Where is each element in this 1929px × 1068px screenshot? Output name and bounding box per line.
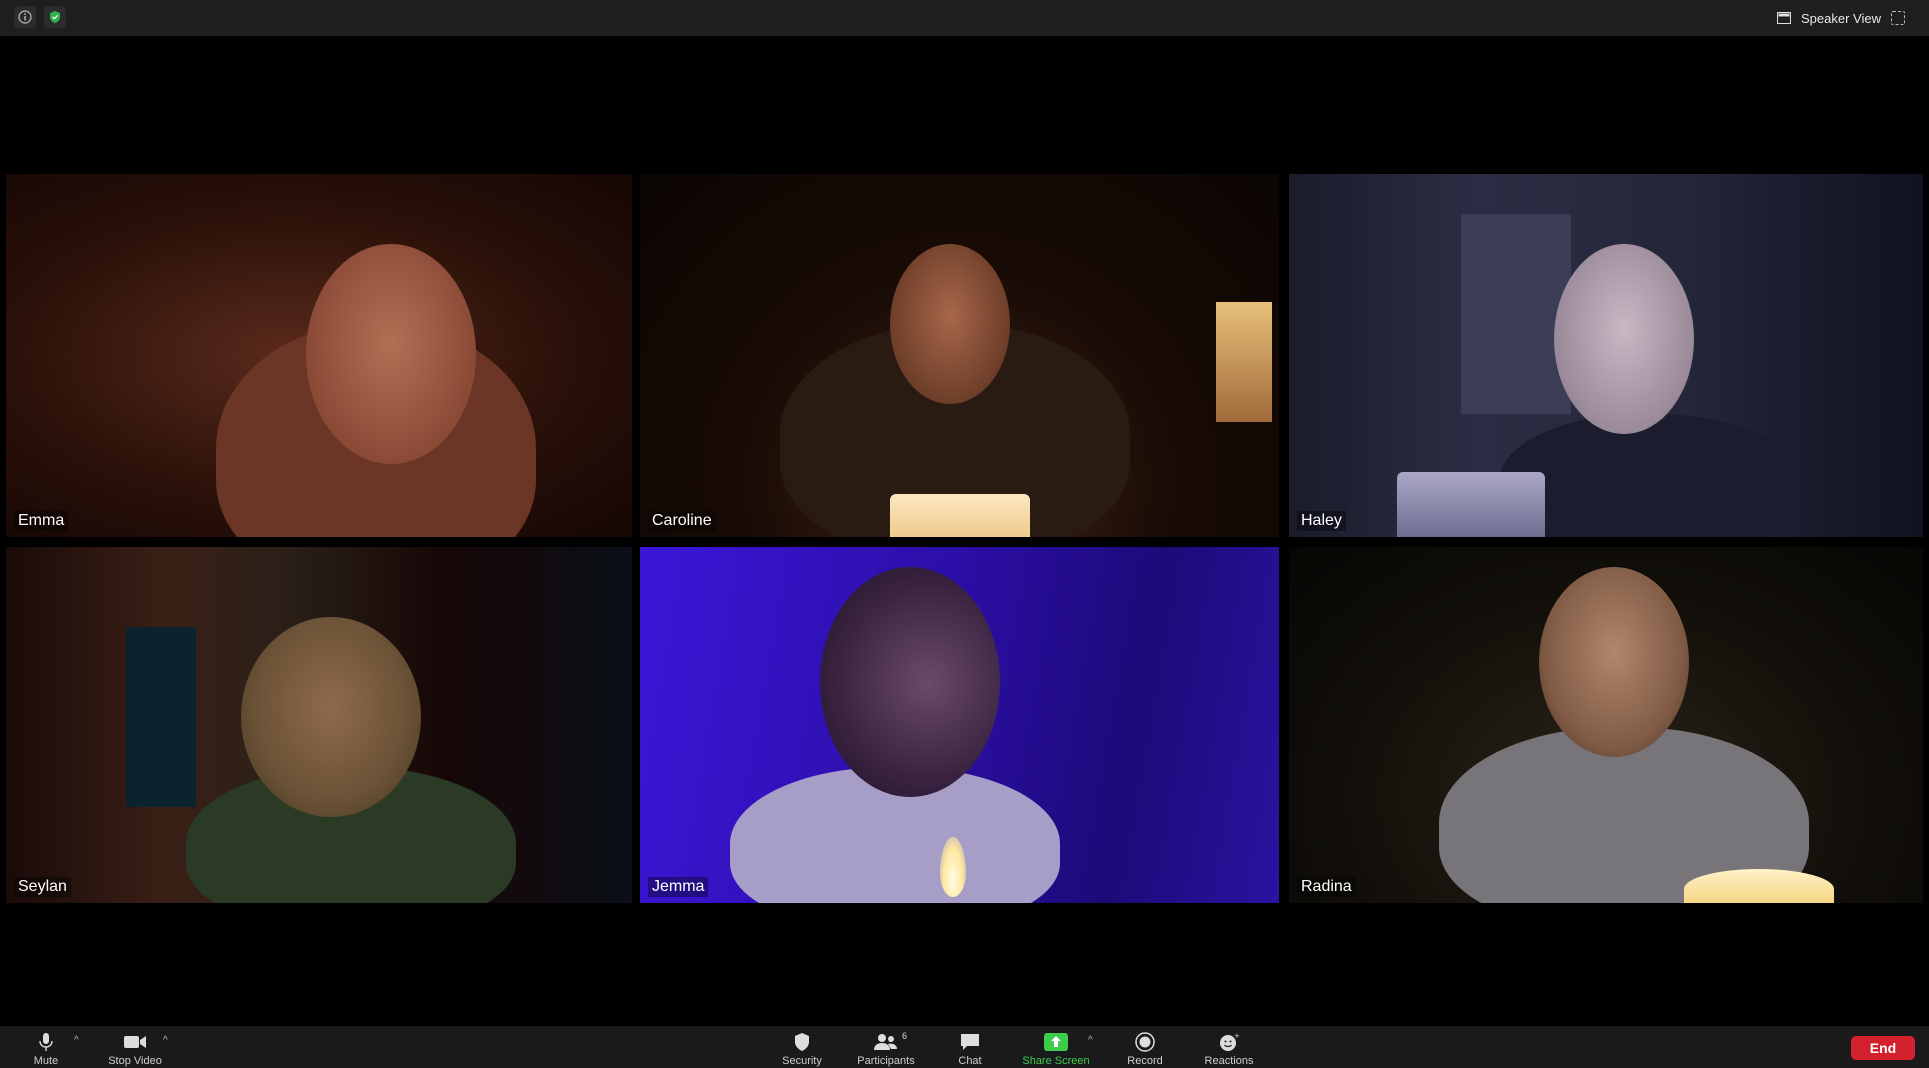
svg-text:+: + (1234, 1032, 1240, 1040)
meeting-top-bar: Speaker View (0, 0, 1929, 36)
participant-name-label: Caroline (648, 511, 716, 531)
dark-doorway (126, 627, 196, 807)
share-screen-label: Share Screen (1022, 1055, 1090, 1067)
participant-face-emma (306, 244, 476, 464)
candle (1397, 472, 1545, 537)
video-tile-haley[interactable]: Haley (1289, 174, 1923, 537)
candle (890, 494, 1030, 537)
video-options-chevron-up-icon[interactable]: ^ (163, 1035, 168, 1046)
video-camera-icon (122, 1032, 148, 1052)
participant-name-label: Jemma (648, 877, 709, 897)
security-label: Security (782, 1055, 822, 1067)
participant-name-label: Seylan (14, 877, 71, 897)
video-tile-caroline[interactable]: Caroline (640, 174, 1279, 537)
share-options-chevron-up-icon[interactable]: ^ (1088, 1035, 1093, 1046)
video-tile-jemma[interactable]: Jemma (640, 547, 1279, 903)
kitchen-shelves (1461, 214, 1571, 414)
participant-face-caroline (890, 244, 1010, 404)
reactions-smiley-icon: + (1216, 1032, 1242, 1052)
participants-label: Participants (857, 1055, 915, 1067)
participant-face-haley (1554, 244, 1694, 434)
record-label: Record (1127, 1055, 1163, 1067)
stop-video-label: Stop Video (108, 1055, 162, 1067)
participant-face-radina (1539, 567, 1689, 757)
record-icon (1132, 1032, 1158, 1052)
reactions-label: Reactions (1204, 1055, 1254, 1067)
share-screen-icon (1043, 1032, 1069, 1052)
chat-label: Chat (958, 1055, 982, 1067)
record-button[interactable]: Record (1100, 1032, 1190, 1067)
security-shield-icon (789, 1032, 815, 1052)
participants-button[interactable]: 6 Participants (841, 1031, 931, 1067)
participants-icon: 6 (873, 1031, 907, 1052)
chat-button[interactable]: Chat (925, 1032, 1015, 1067)
participant-name-label: Radina (1297, 877, 1356, 897)
video-tile-seylan[interactable]: Seylan (6, 547, 632, 903)
mute-label: Mute (33, 1055, 59, 1067)
fullscreen-icon[interactable] (1891, 11, 1905, 25)
end-meeting-button[interactable]: End (1851, 1036, 1915, 1060)
grid-view-icon (1777, 12, 1792, 24)
meeting-toolbar: Mute ^ Stop Video ^ Security 6 Participa… (0, 1026, 1929, 1068)
security-button[interactable]: Security (757, 1032, 847, 1067)
video-tile-radina[interactable]: Radina (1289, 547, 1923, 903)
participant-name-label: Emma (14, 511, 69, 531)
candle (1684, 869, 1834, 903)
speaker-view-toggle[interactable]: Speaker View (1777, 8, 1905, 28)
chat-bubble-icon (957, 1032, 983, 1052)
microphone-icon (33, 1032, 59, 1052)
participant-face-jemma (820, 567, 1000, 797)
reactions-button[interactable]: + Reactions (1184, 1032, 1274, 1067)
participants-count: 6 (901, 1031, 907, 1041)
lit-doorway (1216, 302, 1272, 422)
audio-options-chevron-up-icon[interactable]: ^ (74, 1035, 79, 1046)
video-tile-emma[interactable]: Emma (6, 174, 632, 537)
meeting-info-icon[interactable] (14, 6, 36, 28)
participant-face-seylan (241, 617, 421, 817)
speaker-view-label: Speaker View (1801, 10, 1881, 26)
encryption-shield-icon[interactable] (44, 6, 66, 28)
participant-name-label: Haley (1297, 511, 1346, 531)
